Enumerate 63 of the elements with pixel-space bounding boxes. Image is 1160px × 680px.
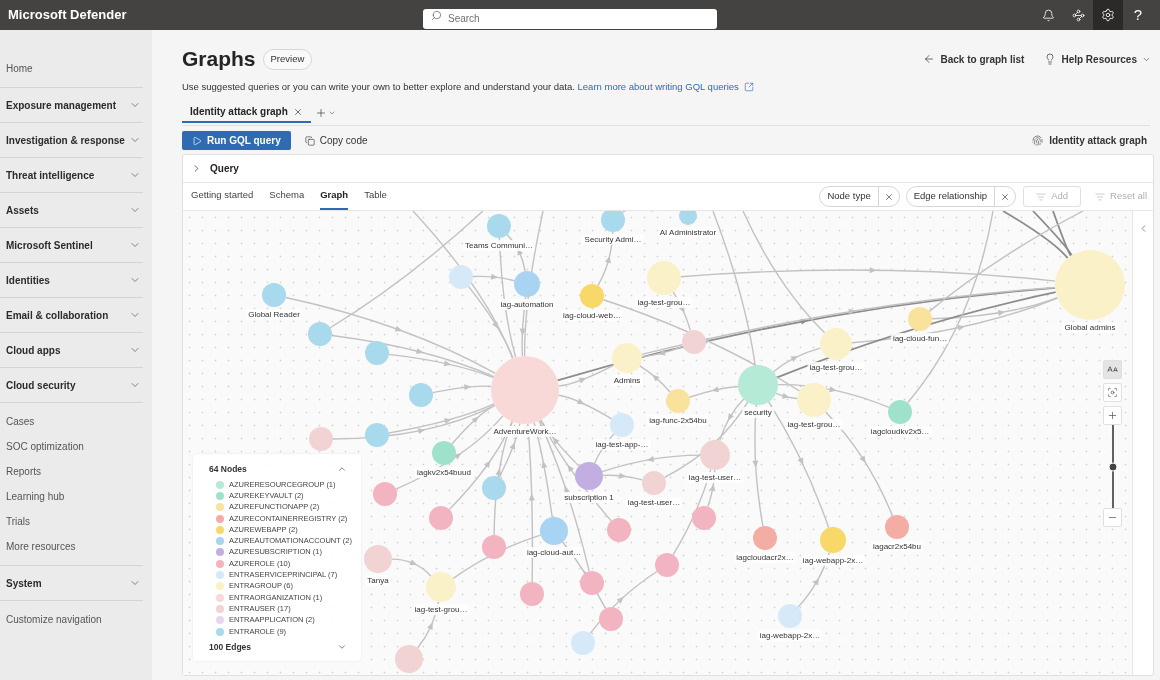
zoom-in-button[interactable] [1103,406,1122,425]
nav-link[interactable]: Reports [0,459,143,484]
search-icon [431,9,442,21]
help-button[interactable]: ? [1123,0,1153,30]
remove-icon [883,191,894,202]
help-resources-button[interactable]: Help Resources [1044,51,1151,67]
bell-icon [1041,8,1055,22]
copy-icon [304,135,315,146]
view-tab[interactable]: Schema [269,183,305,210]
run-query-button[interactable]: Run GQL query [182,131,291,150]
nav-link[interactable]: Trials [0,509,143,534]
nodes-icon [1071,8,1085,22]
nav-section[interactable]: Investigation & response [0,123,143,158]
nav-link[interactable]: Cases [0,409,143,434]
app-title: Microsoft Defender [8,6,127,25]
zoom-slider-thumb[interactable] [1108,462,1117,471]
arrow-left-icon [922,53,935,65]
filter-chip[interactable]: Edge relationship [905,186,1017,207]
nav-link[interactable]: More resources [0,534,143,559]
nav-section[interactable]: Assets [0,193,143,228]
nav-section[interactable]: System [0,566,143,601]
plus-icon [1107,410,1118,421]
fit-view-button[interactable] [1103,383,1122,402]
close-icon[interactable] [292,106,303,117]
plus-icon [314,106,327,119]
learn-more-link[interactable]: Learn more about writing GQL queries [577,80,754,94]
nav-link[interactable]: Learning hub [0,484,143,509]
text-size-icon [1107,364,1118,375]
query-toggle[interactable]: Query [191,161,239,176]
query-tab[interactable]: Identity attack graph [182,102,311,123]
copy-code-button[interactable]: Copy code [304,133,368,148]
nav-section[interactable]: Email & collaboration [0,298,143,333]
play-icon [192,135,202,146]
fingerprint-icon [1032,135,1044,146]
filter-icon [1036,191,1047,202]
legend-edges-toggle[interactable]: 100 Edges [193,641,361,654]
back-button[interactable]: Back to graph list [922,51,1025,67]
preview-badge: Preview [262,48,313,70]
nav-link[interactable]: Home [0,56,143,81]
settings-icon [1101,8,1115,22]
nav-section[interactable]: Cloud security [0,368,143,403]
external-link-icon [743,82,754,92]
view-tab[interactable]: Table [364,183,387,210]
lightbulb-icon [1044,53,1057,65]
search-field[interactable]: Search [423,8,717,29]
nav-section[interactable]: Exposure management [0,88,143,123]
focus-icon [1107,387,1118,398]
remove-icon [1000,191,1011,202]
label-size-button[interactable] [1103,360,1122,379]
page-title: Graphs [182,46,256,72]
nav-link[interactable]: SOC optimization [0,434,143,459]
view-tab[interactable]: Getting started [191,183,254,210]
graph-type-label: Identity attack graph [1049,134,1147,148]
nav-section[interactable]: Identities [0,263,143,298]
nav-section[interactable]: Microsoft Sentinel [0,228,143,263]
filter-chip[interactable]: Node type [819,186,900,207]
page-description: Use suggested queries or you can write your own to better explore and understand your data. Learn more about writing GQL queries [182,80,1154,94]
nav-section[interactable]: Threat intelligence [0,158,143,193]
nav-section[interactable]: Cloud apps [0,333,143,368]
settings-button[interactable] [1093,0,1123,30]
zoom-slider-track[interactable] [1111,425,1114,508]
filter-icon [1095,191,1106,202]
nav-link[interactable]: Customize navigation [0,607,143,632]
